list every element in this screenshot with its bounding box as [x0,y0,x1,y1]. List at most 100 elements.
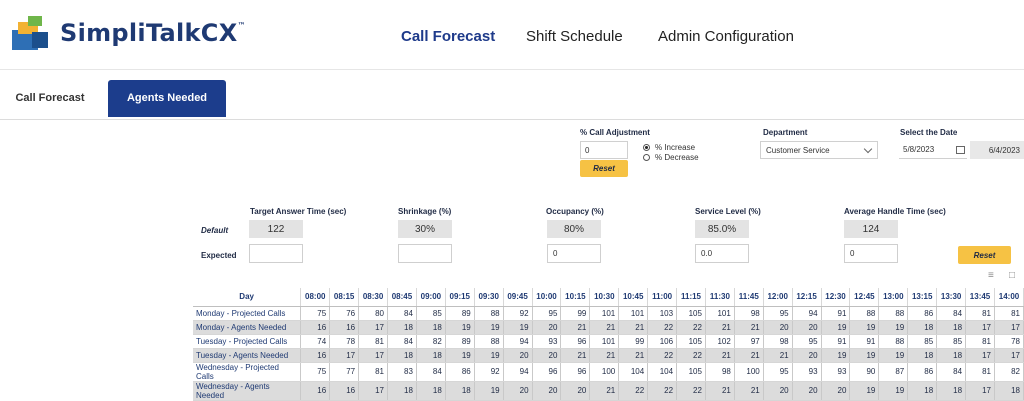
table-cell: 82 [994,362,1024,382]
expected-target-answer-time-input[interactable] [249,244,303,263]
time-column-header[interactable]: 09:45 [503,288,533,307]
time-column-header[interactable]: 12:15 [792,288,822,307]
calendar-icon[interactable] [956,146,965,154]
table-cell: 22 [647,320,678,335]
table-cell: 90 [849,362,880,382]
time-column-header[interactable]: 09:00 [416,288,446,307]
table-cell: 91 [821,334,851,349]
default-occupancy: 80% [547,220,601,238]
table-cell: 96 [560,362,591,382]
table-cell: 21 [705,320,735,335]
table-cell: 19 [849,348,880,363]
time-column-header[interactable]: 13:45 [965,288,995,307]
row-day-label: Monday - Projected Calls [193,306,302,321]
time-column-header[interactable]: 12:45 [849,288,880,307]
start-date-input[interactable]: 5/8/2023 [899,141,967,159]
table-cell: 20 [532,320,562,335]
table-cell: 81 [994,306,1024,321]
time-column-header[interactable]: 14:00 [994,288,1024,307]
table-cell: 105 [676,306,706,321]
params-reset-button[interactable]: Reset [958,246,1011,264]
table-header-row: Day 08:00 08:15 08:30 08:45 09:00 09:15 09:30 09… [193,288,1024,307]
table-cell: 92 [503,306,533,321]
shrinkage-header: Shrinkage (%) [398,207,452,216]
expected-shrinkage-input[interactable] [398,244,452,263]
time-column-header[interactable]: 08:30 [358,288,389,307]
time-column-header[interactable]: 08:00 [300,288,331,307]
decrease-radio[interactable]: % Decrease [643,153,699,162]
nav-shift-schedule[interactable]: Shift Schedule [526,28,623,45]
time-column-header[interactable]: 13:30 [936,288,967,307]
table-cell: 18 [907,320,938,335]
table-cell: 18 [387,348,417,363]
time-column-header[interactable]: 08:15 [329,288,360,307]
table-row: Monday - Projected Calls 75 76 80 84 85 89 88 92… [193,306,1024,321]
time-column-header[interactable]: 10:30 [589,288,620,307]
table-cell: 81 [965,362,995,382]
tab-agents-needed[interactable]: Agents Needed [108,80,226,117]
department-select[interactable]: Customer Service [760,141,878,159]
time-column-header[interactable]: 09:15 [445,288,475,307]
radio-selected-icon [643,144,650,151]
expected-occupancy-input[interactable]: 0 [547,244,601,263]
table-cell: 20 [792,320,822,335]
table-cell: 98 [763,334,793,349]
table-cell: 92 [474,362,504,382]
focus-mode-icon[interactable]: □ [1009,270,1015,281]
table-cell: 20 [763,320,793,335]
sub-tabs: Call Forecast Agents Needed [0,80,1024,120]
department-label: Department [763,128,808,137]
table-row: Tuesday - Agents Needed 16 17 17 18 18 19 19 20 2… [193,348,1024,363]
day-column-header[interactable]: Day [193,288,302,307]
chevron-down-icon [863,144,873,154]
nav-admin-configuration[interactable]: Admin Configuration [658,28,794,45]
table-cell: 21 [560,320,591,335]
time-column-header[interactable]: 10:45 [618,288,649,307]
table-cell: 20 [503,348,533,363]
time-column-header[interactable]: 12:00 [763,288,793,307]
table-cell: 91 [849,334,880,349]
radio-empty-icon [643,154,650,161]
table-cell: 19 [474,348,504,363]
default-row-label: Default [201,226,229,235]
time-column-header[interactable]: 11:30 [705,288,735,307]
time-column-header[interactable]: 11:15 [676,288,706,307]
time-column-header[interactable]: 08:45 [387,288,417,307]
filter-icon[interactable]: ≡ [988,270,994,281]
time-column-header[interactable]: 11:00 [647,288,678,307]
service-level-header: Service Level (%) [695,207,761,216]
time-column-header[interactable]: 10:15 [560,288,591,307]
expected-average-handle-time-input[interactable]: 0 [844,244,898,263]
nav-call-forecast[interactable]: Call Forecast [401,28,495,45]
time-column-header[interactable]: 12:30 [821,288,851,307]
table-cell: 101 [589,306,620,321]
expected-service-level-input[interactable]: 0.0 [695,244,749,263]
table-cell: 81 [358,362,389,382]
time-column-header[interactable]: 13:00 [878,288,909,307]
table-cell: 88 [849,306,880,321]
table-cell: 104 [618,362,649,382]
time-column-header[interactable]: 10:00 [532,288,562,307]
department-value: Customer Service [766,145,830,155]
table-cell: 19 [878,320,909,335]
table-cell: 18 [387,381,417,401]
table-cell: 99 [560,306,591,321]
time-column-header[interactable]: 13:15 [907,288,938,307]
logo[interactable]: SimpliTalkCX™ [10,12,246,54]
agents-needed-table: Day 08:00 08:15 08:30 08:45 09:00 09:15 09:30 09… [193,288,1024,401]
time-column-header[interactable]: 09:30 [474,288,504,307]
table-cell: 19 [503,320,533,335]
increase-radio[interactable]: % Increase [643,143,695,152]
table-cell: 88 [474,334,504,349]
adjust-reset-button[interactable]: Reset [580,160,628,177]
start-date-value: 5/8/2023 [903,145,935,154]
tab-call-forecast[interactable]: Call Forecast [0,80,100,117]
time-column-header[interactable]: 11:45 [734,288,764,307]
table-cell: 21 [734,381,764,401]
end-date-input[interactable]: 6/4/2023 [970,141,1024,159]
table-cell: 98 [705,362,735,382]
table-cell: 98 [734,306,764,321]
table-cell: 89 [445,334,475,349]
call-adjustment-input[interactable]: 0 [580,141,628,159]
table-cell: 19 [849,381,880,401]
